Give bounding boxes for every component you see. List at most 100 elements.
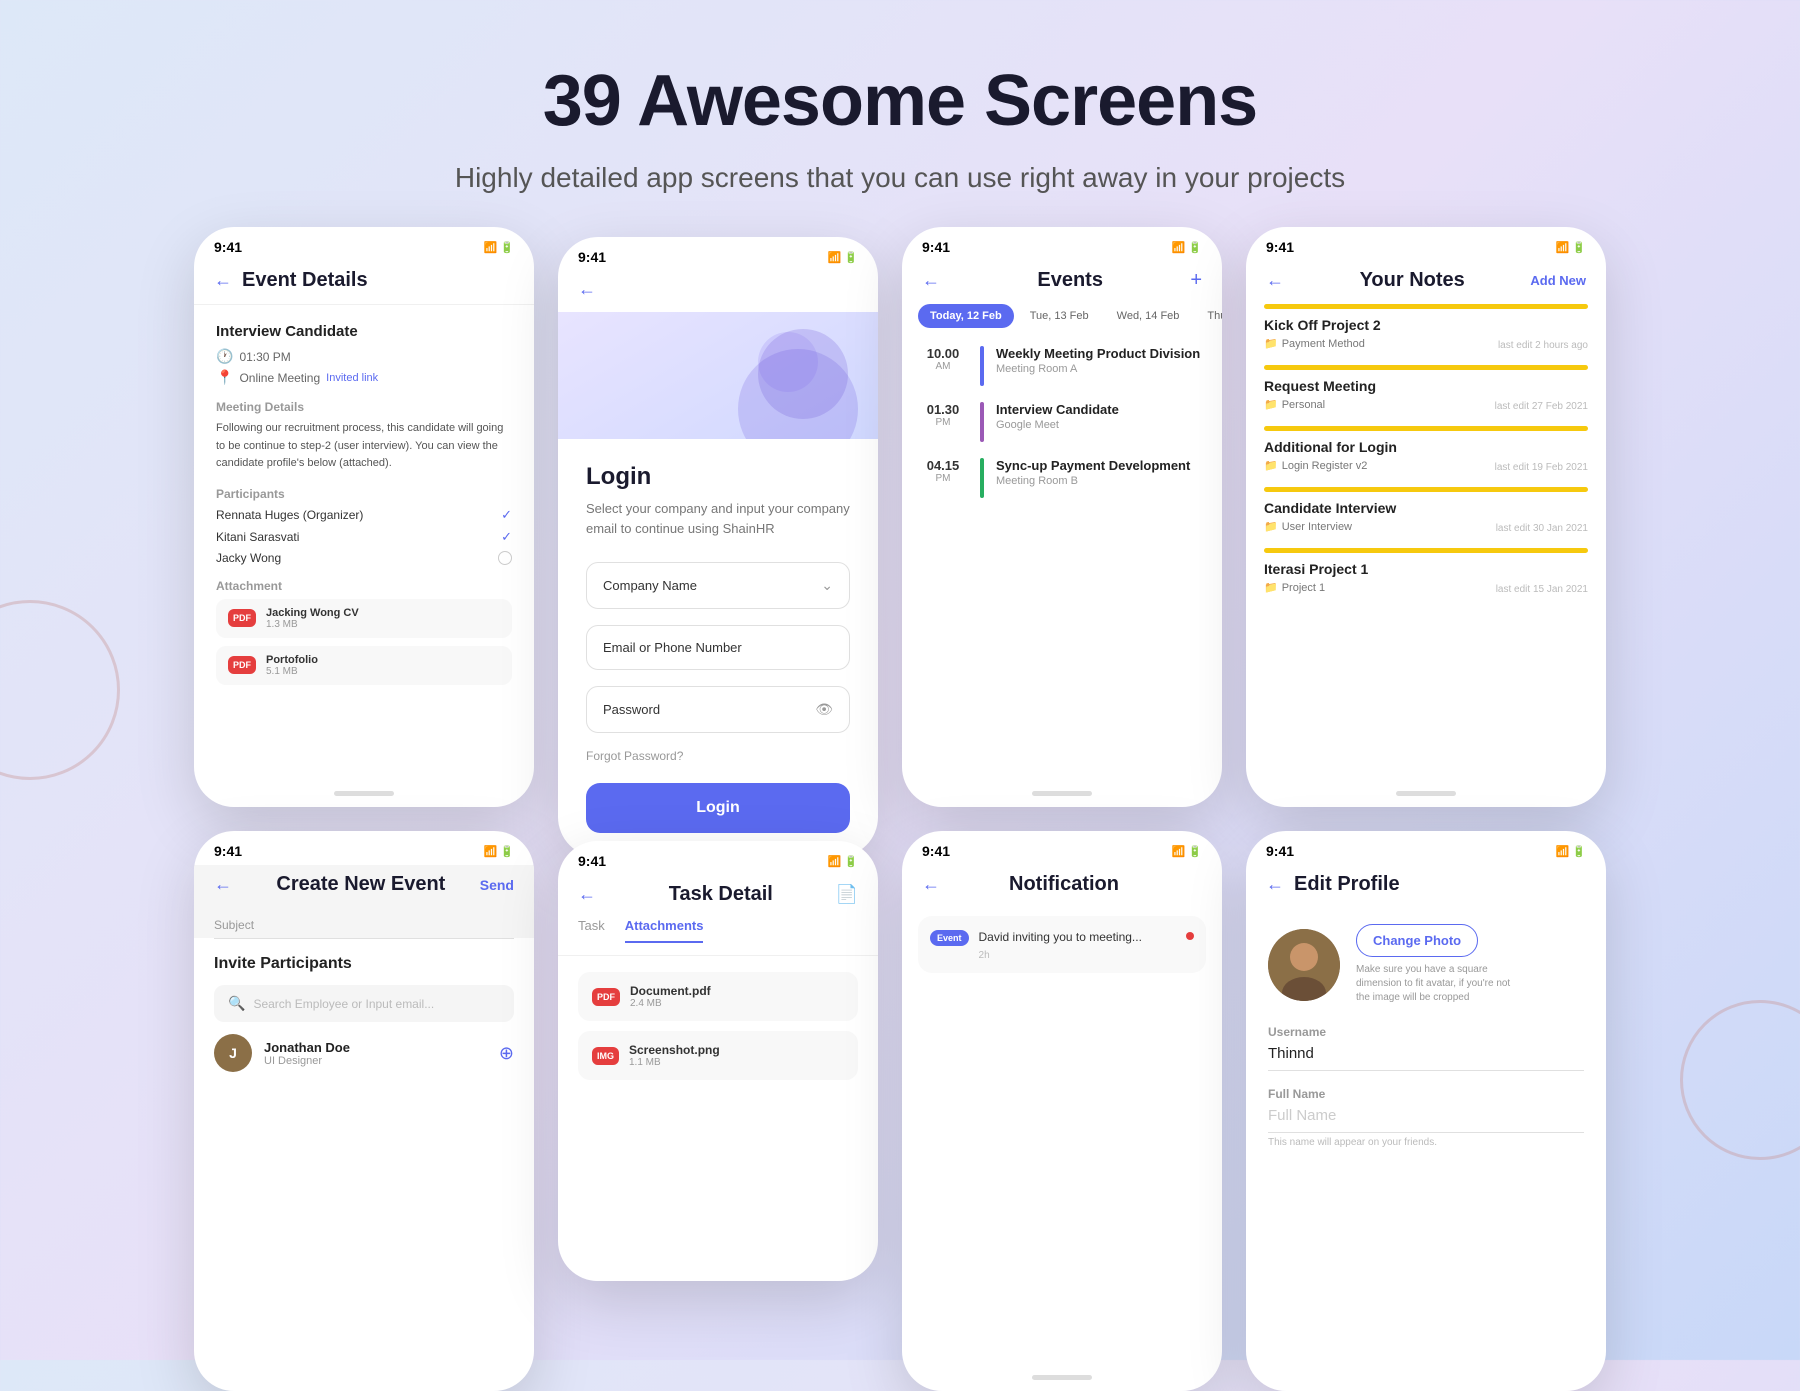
event-item: 10.00 AM Weekly Meeting Product Division… [918, 346, 1206, 386]
notification-text: David inviting you to meeting... [979, 928, 1176, 946]
event-location: Online Meeting [239, 371, 320, 385]
screen-title: Event Details [242, 269, 368, 292]
event-title: Interview Candidate [996, 402, 1119, 417]
hero-image [558, 312, 878, 439]
attach-name: Jacking Wong CV [266, 607, 359, 619]
back-button[interactable]: ← [578, 884, 596, 905]
back-button[interactable]: ← [214, 270, 232, 291]
tab-task[interactable]: Task [578, 918, 605, 943]
fullname-value[interactable]: Full Name [1268, 1107, 1584, 1133]
event-item: 04.15 PM Sync-up Payment Development Mee… [918, 458, 1206, 498]
task-tabs: Task Attachments [558, 918, 878, 956]
time-display: 9:41 [1266, 843, 1294, 859]
status-bar: 9:41 📶 🔋 [1246, 831, 1606, 865]
note-date: last edit 15 Jan 2021 [1496, 584, 1588, 595]
event-content: Interview Candidate Google Meet [996, 402, 1119, 431]
avatar-hint: Make sure you have a square dimension to… [1356, 963, 1516, 1005]
pdf-badge: PDF [592, 988, 620, 1006]
screen-title: Your Notes [1360, 269, 1465, 292]
note-item: Additional for Login 📁 Login Register v2… [1246, 426, 1606, 473]
email-label: Email or Phone Number [603, 640, 742, 655]
date-tab-tue[interactable]: Tue, 13 Feb [1018, 304, 1101, 328]
clock-icon: 🕐 [216, 348, 233, 365]
note-title: Kick Off Project 2 [1264, 317, 1588, 333]
folder-icon: 📁 [1264, 398, 1278, 411]
edit-profile-screen: 9:41 📶 🔋 ← Edit Profile Change Photo Mak… [1246, 831, 1606, 1391]
back-button[interactable]: ← [922, 874, 940, 895]
password-field-group: Password 👁 [586, 686, 850, 733]
notes-list: Kick Off Project 2 📁 Payment Method last… [1246, 304, 1606, 787]
avatar-image [1268, 929, 1340, 1001]
username-value[interactable]: Thinnd [1268, 1045, 1584, 1071]
home-indicator [1246, 787, 1606, 807]
participant-name: Jonathan Doe [264, 1040, 350, 1055]
participant-row: Rennata Huges (Organizer) ✓ [216, 507, 512, 523]
task-detail-screen: 9:41 📶 🔋 ← Task Detail 📄 Task Attachment… [558, 841, 878, 1281]
attachments-list: PDF Jacking Wong CV 1.3 MB PDF Portofoli… [216, 599, 512, 685]
page-title: 39 Awesome Screens [20, 60, 1780, 142]
search-placeholder: Search Employee or Input email... [253, 997, 434, 1011]
check-icon: ✓ [501, 529, 512, 545]
invited-link[interactable]: Invited link [326, 372, 378, 384]
back-button[interactable]: ← [214, 874, 232, 895]
date-tab-thu[interactable]: Thu, 15 Feb [1195, 304, 1222, 328]
event-location: Meeting Room B [996, 475, 1190, 487]
date-tab-today[interactable]: Today, 12 Feb [918, 304, 1014, 328]
fullname-label: Full Name [1268, 1087, 1584, 1101]
password-field[interactable]: Password 👁 [586, 686, 850, 733]
tab-attachments[interactable]: Attachments [625, 918, 704, 943]
send-button[interactable]: Send [480, 877, 514, 893]
add-participant-button[interactable]: ⊕ [499, 1043, 514, 1064]
event-location: Google Meet [996, 419, 1119, 431]
participant-info: Jonathan Doe UI Designer [264, 1040, 350, 1067]
back-button[interactable]: ← [1266, 874, 1284, 895]
events-screen: 9:41 📶 🔋 ← Events + Today, 12 Feb Tue, 1… [902, 227, 1222, 807]
avatar-controls: Change Photo Make sure you have a square… [1356, 924, 1516, 1005]
screen-title: Task Detail [669, 883, 773, 906]
time-display: 9:41 [922, 843, 950, 859]
forgot-password-link[interactable]: Forgot Password? [586, 749, 850, 763]
note-title: Iterasi Project 1 [1264, 561, 1588, 577]
note-footer: 📁 User Interview last edit 30 Jan 2021 [1264, 519, 1588, 534]
participants-label: Participants [216, 487, 512, 501]
back-button[interactable]: ← [1266, 270, 1284, 291]
add-new-button[interactable]: Add New [1530, 273, 1586, 288]
date-tab-wed[interactable]: Wed, 14 Feb [1105, 304, 1192, 328]
back-button[interactable]: ← [578, 279, 596, 300]
attachment-info: Screenshot.png 1.1 MB [629, 1043, 720, 1068]
notification-time: 2h [979, 950, 1176, 961]
home-indicator [194, 787, 534, 807]
status-icons: 📶 🔋 [1556, 845, 1586, 858]
email-field[interactable]: Email or Phone Number [586, 625, 850, 670]
note-sub: 📁 Project 1 [1264, 581, 1325, 594]
change-photo-button[interactable]: Change Photo [1356, 924, 1478, 957]
avatar-section: Change Photo Make sure you have a square… [1268, 924, 1584, 1005]
meeting-details-text: Following our recruitment process, this … [216, 420, 512, 473]
attachment-size: 1.1 MB [629, 1057, 720, 1068]
pdf-badge: PDF [228, 656, 256, 674]
note-bar [1264, 487, 1588, 492]
search-bar[interactable]: 🔍 Search Employee or Input email... [214, 985, 514, 1022]
back-button[interactable]: ← [922, 270, 940, 291]
hero-circle-2 [758, 332, 818, 392]
eye-icon: 👁 [815, 701, 833, 718]
attachment-card: IMG Screenshot.png 1.1 MB [578, 1031, 858, 1080]
add-event-button[interactable]: + [1190, 269, 1202, 292]
note-title: Additional for Login [1264, 439, 1588, 455]
email-field-group: Email or Phone Number [586, 625, 850, 670]
notification-list: Event David inviting you to meeting... 2… [902, 908, 1222, 1371]
event-time: 01.30 PM [918, 402, 968, 428]
note-date: last edit 19 Feb 2021 [1495, 462, 1588, 473]
status-icons: 📶 🔋 [1172, 845, 1202, 858]
login-button[interactable]: Login [586, 783, 850, 833]
unchecked-icon [498, 551, 512, 565]
unread-dot [1186, 932, 1194, 940]
attach-name: Portofolio [266, 654, 318, 666]
search-icon: 🔍 [228, 995, 245, 1012]
screen-title: Edit Profile [1294, 873, 1400, 896]
company-name-field[interactable]: Company Name ⌄ [586, 562, 850, 609]
screen-header: ← Create New Event Send [194, 865, 534, 908]
note-item: Kick Off Project 2 📁 Payment Method last… [1246, 304, 1606, 351]
status-icons: 📶 🔋 [484, 241, 514, 254]
event-title: Sync-up Payment Development [996, 458, 1190, 473]
